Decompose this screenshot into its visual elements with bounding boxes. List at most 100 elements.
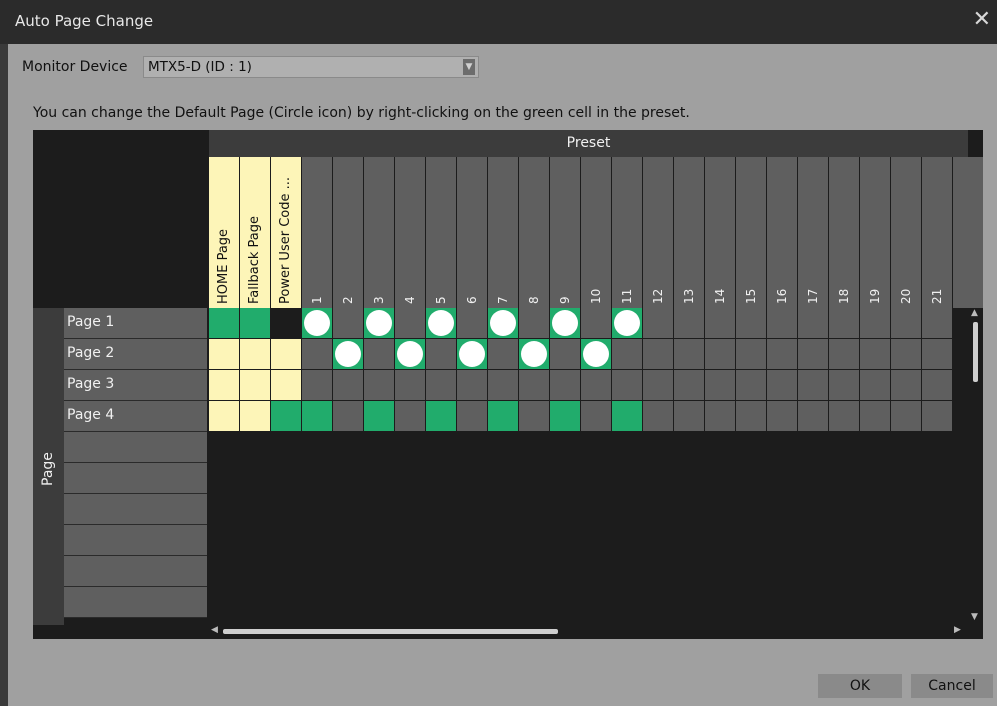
empty-row-label xyxy=(64,556,207,587)
hscroll-thumb[interactable] xyxy=(223,629,558,634)
grid-cell xyxy=(457,401,487,431)
preset-cell-green[interactable] xyxy=(426,401,456,431)
special-cell[interactable] xyxy=(209,401,239,431)
preset-cell-default[interactable] xyxy=(457,339,487,369)
column-header-preset[interactable]: 17 xyxy=(798,157,828,308)
column-header-special[interactable]: HOME Page xyxy=(209,157,239,308)
special-cell[interactable] xyxy=(209,339,239,369)
grid-cell xyxy=(674,370,704,400)
grid-cell xyxy=(705,339,735,369)
preset-cell-default[interactable] xyxy=(302,308,332,338)
column-header-preset[interactable]: 4 xyxy=(395,157,425,308)
preset-cell-green[interactable] xyxy=(302,401,332,431)
preset-cell-default[interactable] xyxy=(488,308,518,338)
scroll-thumb[interactable] xyxy=(973,322,978,382)
column-header-preset[interactable] xyxy=(953,157,983,308)
preset-number-label: 18 xyxy=(837,288,851,304)
cancel-button[interactable]: Cancel xyxy=(911,674,993,698)
column-header-preset[interactable]: 5 xyxy=(426,157,456,308)
column-header-preset[interactable]: 15 xyxy=(736,157,766,308)
column-header-preset[interactable]: 3 xyxy=(364,157,394,308)
special-cell[interactable] xyxy=(271,339,301,369)
preset-cell-default[interactable] xyxy=(612,308,642,338)
grid-cell xyxy=(829,401,859,431)
preset-cell-green[interactable] xyxy=(271,401,301,431)
chevron-down-icon[interactable]: ▼ xyxy=(463,59,475,75)
preset-cell-green[interactable] xyxy=(488,401,518,431)
column-header-preset[interactable]: 12 xyxy=(643,157,673,308)
grid-cell xyxy=(860,370,890,400)
column-header-preset[interactable]: 16 xyxy=(767,157,797,308)
column-header-preset[interactable]: 18 xyxy=(829,157,859,308)
horizontal-scrollbar[interactable]: ◀ ▶ xyxy=(209,625,968,639)
preset-cell-green[interactable] xyxy=(209,308,239,338)
grid-cell xyxy=(922,308,952,338)
column-header-preset[interactable]: 14 xyxy=(705,157,735,308)
grid-cell xyxy=(333,308,363,338)
special-cell[interactable] xyxy=(240,401,270,431)
grid-cell xyxy=(829,308,859,338)
default-page-circle-icon xyxy=(583,341,609,367)
column-header-preset[interactable]: 2 xyxy=(333,157,363,308)
preset-cell-green[interactable] xyxy=(364,401,394,431)
ok-button[interactable]: OK xyxy=(818,674,902,698)
column-header-preset[interactable]: 19 xyxy=(860,157,890,308)
page-row-label[interactable]: Page 2 xyxy=(64,339,207,370)
column-header-preset[interactable]: 8 xyxy=(519,157,549,308)
grid-cell xyxy=(736,339,766,369)
scroll-right-icon[interactable]: ▶ xyxy=(954,625,961,635)
grid-cell xyxy=(333,370,363,400)
monitor-device-value: MTX5-D (ID : 1) xyxy=(148,59,252,75)
preset-number-label: 19 xyxy=(868,288,882,304)
preset-cell-default[interactable] xyxy=(333,339,363,369)
grid-cell xyxy=(643,370,673,400)
preset-cell-default[interactable] xyxy=(581,339,611,369)
close-icon[interactable]: ✕ xyxy=(973,8,991,32)
column-header-preset[interactable]: 7 xyxy=(488,157,518,308)
grid-cell xyxy=(550,370,580,400)
grid-cell xyxy=(829,370,859,400)
column-header-special[interactable]: Fallback Page xyxy=(240,157,270,308)
preset-cell-default[interactable] xyxy=(395,339,425,369)
scroll-down-icon[interactable]: ▼ xyxy=(971,612,978,622)
vertical-scrollbar[interactable]: ▲ ▼ xyxy=(968,308,983,625)
column-header-preset[interactable]: 10 xyxy=(581,157,611,308)
default-page-circle-icon xyxy=(397,341,423,367)
column-header-preset[interactable]: 13 xyxy=(674,157,704,308)
preset-cell-green[interactable] xyxy=(550,401,580,431)
grid-cell xyxy=(798,370,828,400)
preset-cell-green[interactable] xyxy=(240,308,270,338)
column-header-special[interactable]: Power User Code ... xyxy=(271,157,301,308)
preset-cell-default[interactable] xyxy=(519,339,549,369)
scroll-left-icon[interactable]: ◀ xyxy=(211,625,218,635)
special-cell[interactable] xyxy=(240,339,270,369)
grid-cell xyxy=(798,339,828,369)
page-row-label[interactable]: Page 4 xyxy=(64,401,207,432)
preset-number-label: 4 xyxy=(403,296,417,304)
grid-cell xyxy=(519,308,549,338)
column-header-preset[interactable]: 9 xyxy=(550,157,580,308)
preset-cell-default[interactable] xyxy=(364,308,394,338)
special-cell[interactable] xyxy=(271,370,301,400)
grid-cell xyxy=(581,370,611,400)
preset-cell-green[interactable] xyxy=(612,401,642,431)
default-page-circle-icon xyxy=(366,310,392,336)
column-header-preset[interactable]: 6 xyxy=(457,157,487,308)
monitor-device-select[interactable]: MTX5-D (ID : 1) ▼ xyxy=(143,56,479,78)
column-header-preset[interactable]: 11 xyxy=(612,157,642,308)
page-row-label[interactable]: Page 1 xyxy=(64,308,207,339)
page-row-label[interactable]: Page 3 xyxy=(64,370,207,401)
preset-cell-default[interactable] xyxy=(426,308,456,338)
preset-number-label: 14 xyxy=(713,288,727,304)
column-header-preset[interactable]: 21 xyxy=(922,157,952,308)
column-header-preset[interactable]: 20 xyxy=(891,157,921,308)
grid-cell xyxy=(457,308,487,338)
preset-number-label: 6 xyxy=(465,296,479,304)
column-header-preset[interactable]: 1 xyxy=(302,157,332,308)
preset-cell-default[interactable] xyxy=(550,308,580,338)
preset-number-label: 10 xyxy=(589,288,603,304)
scroll-up-icon[interactable]: ▲ xyxy=(971,308,978,318)
special-cell[interactable] xyxy=(209,370,239,400)
preset-number-label: 11 xyxy=(620,288,634,304)
special-cell[interactable] xyxy=(240,370,270,400)
